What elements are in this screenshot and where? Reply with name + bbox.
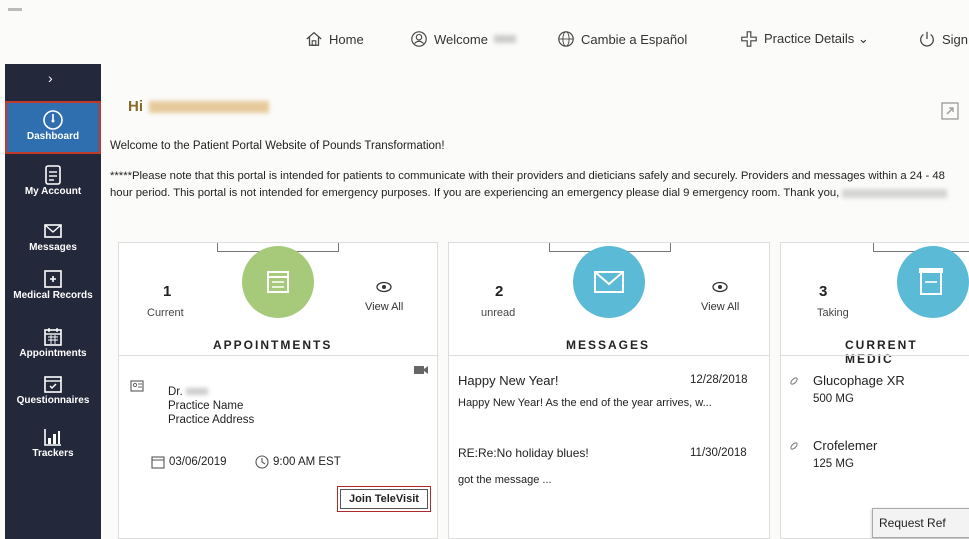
globe-icon bbox=[558, 31, 574, 47]
medications-title: CURRENT MEDIC bbox=[845, 338, 918, 366]
appointment-date: 03/06/2019 bbox=[169, 456, 227, 468]
messages-circle bbox=[573, 246, 645, 318]
greeting-label: Hi bbox=[128, 98, 143, 115]
sidebar-item-label: Dashboard bbox=[26, 131, 80, 142]
medical-records-icon bbox=[44, 270, 62, 288]
home-icon bbox=[306, 31, 322, 46]
calendar-icon bbox=[44, 328, 62, 346]
doctor-card-icon bbox=[130, 380, 144, 392]
message-subject[interactable]: Happy New Year! bbox=[458, 373, 558, 388]
messages-title: MESSAGES bbox=[566, 338, 651, 352]
greeting: Hi bbox=[128, 98, 269, 115]
expand-icon[interactable] bbox=[941, 102, 959, 120]
redacted-name bbox=[493, 35, 516, 43]
sidebar-item-my-account[interactable]: My Account bbox=[5, 164, 101, 197]
message-preview: got the message ... bbox=[458, 474, 552, 486]
appointments-count: 1 bbox=[163, 283, 172, 300]
medications-count: 3 bbox=[819, 283, 828, 300]
appointment-practice-name: Practice Name bbox=[168, 400, 244, 412]
redacted-doctor bbox=[185, 388, 208, 395]
calendar-small-icon bbox=[151, 456, 165, 469]
sidebar-item-questionnaires[interactable]: Questionnaires bbox=[5, 373, 101, 406]
appointments-count-label: Current bbox=[147, 307, 184, 319]
redacted-patient-name bbox=[149, 101, 269, 114]
nav-sign-out[interactable]: Sign bbox=[918, 30, 968, 48]
sidebar-item-trackers[interactable]: Trackers bbox=[5, 426, 101, 459]
messages-count-label: unread bbox=[481, 307, 516, 319]
sidebar-item-appointments[interactable]: Appointments bbox=[5, 326, 101, 359]
appointments-title: APPOINTMENTS bbox=[213, 338, 333, 352]
join-televisit-label: Join TeleVisit bbox=[340, 489, 428, 509]
divider bbox=[780, 355, 969, 356]
medication-name: Crofelemer bbox=[813, 438, 878, 453]
message-preview: Happy New Year! As the end of the year a… bbox=[458, 397, 712, 409]
sidebar-item-label: My Account bbox=[24, 186, 82, 197]
nav-practice-label: Practice Details ⌄ bbox=[764, 31, 869, 46]
divider bbox=[118, 355, 438, 356]
eye-icon bbox=[376, 281, 392, 293]
join-televisit-button[interactable]: Join TeleVisit bbox=[337, 486, 431, 512]
eye-icon bbox=[712, 281, 728, 293]
calendar-icon bbox=[267, 271, 289, 293]
sidebar-item-label: Medical Records bbox=[13, 290, 93, 301]
top-navigation: Home Welcome Cambie a Español Practice D… bbox=[0, 30, 969, 56]
view-all-label: View All bbox=[701, 301, 740, 313]
sidebar-item-label: Messages bbox=[29, 242, 77, 253]
envelope-icon bbox=[594, 271, 624, 293]
view-all-label: View All bbox=[365, 301, 404, 313]
appointment-doctor: Dr. bbox=[168, 386, 208, 398]
portal-notice: *****Please note that this portal is int… bbox=[110, 168, 960, 202]
nav-home-label: Home bbox=[329, 31, 364, 47]
sidebar-item-label: Questionnaires bbox=[16, 395, 90, 406]
appointment-practice-address: Practice Address bbox=[168, 414, 255, 426]
medication-dose: 500 MG bbox=[813, 393, 854, 405]
medication-name: Glucophage XR bbox=[813, 373, 905, 388]
welcome-message: Welcome to the Patient Portal Website of… bbox=[110, 140, 445, 152]
divider bbox=[448, 355, 770, 356]
nav-welcome-label: Welcome bbox=[434, 31, 488, 47]
appointments-view-all[interactable]: View All bbox=[365, 281, 403, 313]
dashboard-icon bbox=[43, 110, 63, 130]
pill-bottle-icon bbox=[919, 268, 943, 295]
nav-welcome[interactable]: Welcome bbox=[410, 30, 516, 48]
chart-icon bbox=[44, 429, 61, 446]
nav-practice-details[interactable]: Practice Details ⌄ bbox=[740, 30, 869, 48]
redacted-signature bbox=[842, 188, 948, 198]
message-date: 11/30/2018 bbox=[690, 447, 747, 459]
power-icon bbox=[920, 31, 934, 47]
sidebar-item-messages[interactable]: Messages bbox=[5, 220, 101, 253]
user-circle-icon bbox=[411, 31, 427, 47]
nav-language-label: Cambie a Español bbox=[581, 31, 688, 47]
sidebar: › Dashboard My Account Messages Medical … bbox=[5, 64, 101, 539]
message-subject[interactable]: RE:Re:No holiday blues! bbox=[458, 446, 589, 460]
sidebar-item-medical-records[interactable]: Medical Records bbox=[5, 268, 101, 301]
appointment-time: 9:00 AM EST bbox=[273, 456, 341, 468]
medical-cross-icon bbox=[741, 31, 757, 47]
message-date: 12/28/2018 bbox=[690, 374, 748, 386]
messages-count: 2 bbox=[495, 283, 504, 300]
clock-icon bbox=[255, 455, 269, 469]
video-icon bbox=[414, 366, 428, 374]
portal-notice-text: *****Please note that this portal is int… bbox=[110, 170, 945, 199]
nav-home[interactable]: Home bbox=[305, 30, 364, 48]
doctor-label: Dr. bbox=[168, 386, 183, 398]
sidebar-expand-icon[interactable]: › bbox=[48, 70, 53, 86]
messages-view-all[interactable]: View All bbox=[701, 281, 739, 313]
medications-circle bbox=[897, 246, 969, 318]
medication-dose: 125 MG bbox=[813, 458, 854, 470]
questionnaire-icon bbox=[44, 376, 62, 393]
request-refill-button[interactable]: Request Ref bbox=[872, 508, 969, 538]
pill-icon bbox=[790, 442, 798, 450]
account-icon bbox=[45, 165, 61, 185]
nav-language[interactable]: Cambie a Español bbox=[557, 30, 687, 48]
messages-icon bbox=[44, 224, 62, 238]
window-mark bbox=[8, 8, 22, 11]
medications-count-label: Taking bbox=[817, 307, 849, 319]
appointments-circle bbox=[242, 246, 314, 318]
sidebar-item-label: Appointments bbox=[19, 348, 87, 359]
nav-sign-label: Sign bbox=[942, 31, 969, 47]
sidebar-item-dashboard[interactable]: Dashboard bbox=[5, 101, 101, 154]
sidebar-item-label: Trackers bbox=[32, 448, 74, 459]
pill-icon bbox=[790, 377, 798, 385]
